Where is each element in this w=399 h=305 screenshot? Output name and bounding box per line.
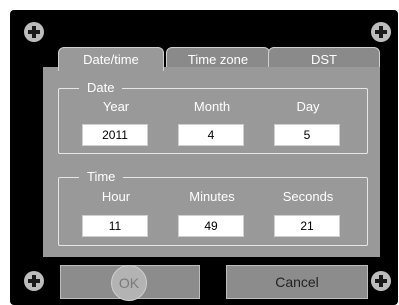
hour-label: Hour xyxy=(101,189,131,204)
plus-circle-icon[interactable] xyxy=(24,22,44,42)
ok-button-label[interactable]: OK xyxy=(111,265,147,301)
day-label: Day xyxy=(296,99,320,114)
seconds-input[interactable]: 21 xyxy=(274,215,340,237)
minutes-label: Minutes xyxy=(189,189,235,204)
plus-circle-icon[interactable] xyxy=(24,271,44,291)
year-label: Year xyxy=(102,99,130,114)
time-group-legend: Time xyxy=(79,169,124,185)
date-group-legend: Date xyxy=(79,80,123,96)
plus-circle-icon[interactable] xyxy=(371,271,391,291)
cancel-button[interactable]: Cancel xyxy=(226,265,368,299)
year-input[interactable]: 2011 xyxy=(82,124,148,146)
tab-date-time[interactable]: Date/time xyxy=(58,47,164,71)
month-label: Month xyxy=(193,99,231,114)
seconds-label: Seconds xyxy=(282,189,334,204)
hour-input[interactable]: 11 xyxy=(82,215,148,237)
plus-circle-icon[interactable] xyxy=(371,22,391,42)
month-input[interactable]: 4 xyxy=(178,124,244,146)
day-input[interactable]: 5 xyxy=(274,124,340,146)
minutes-input[interactable]: 49 xyxy=(178,215,244,237)
